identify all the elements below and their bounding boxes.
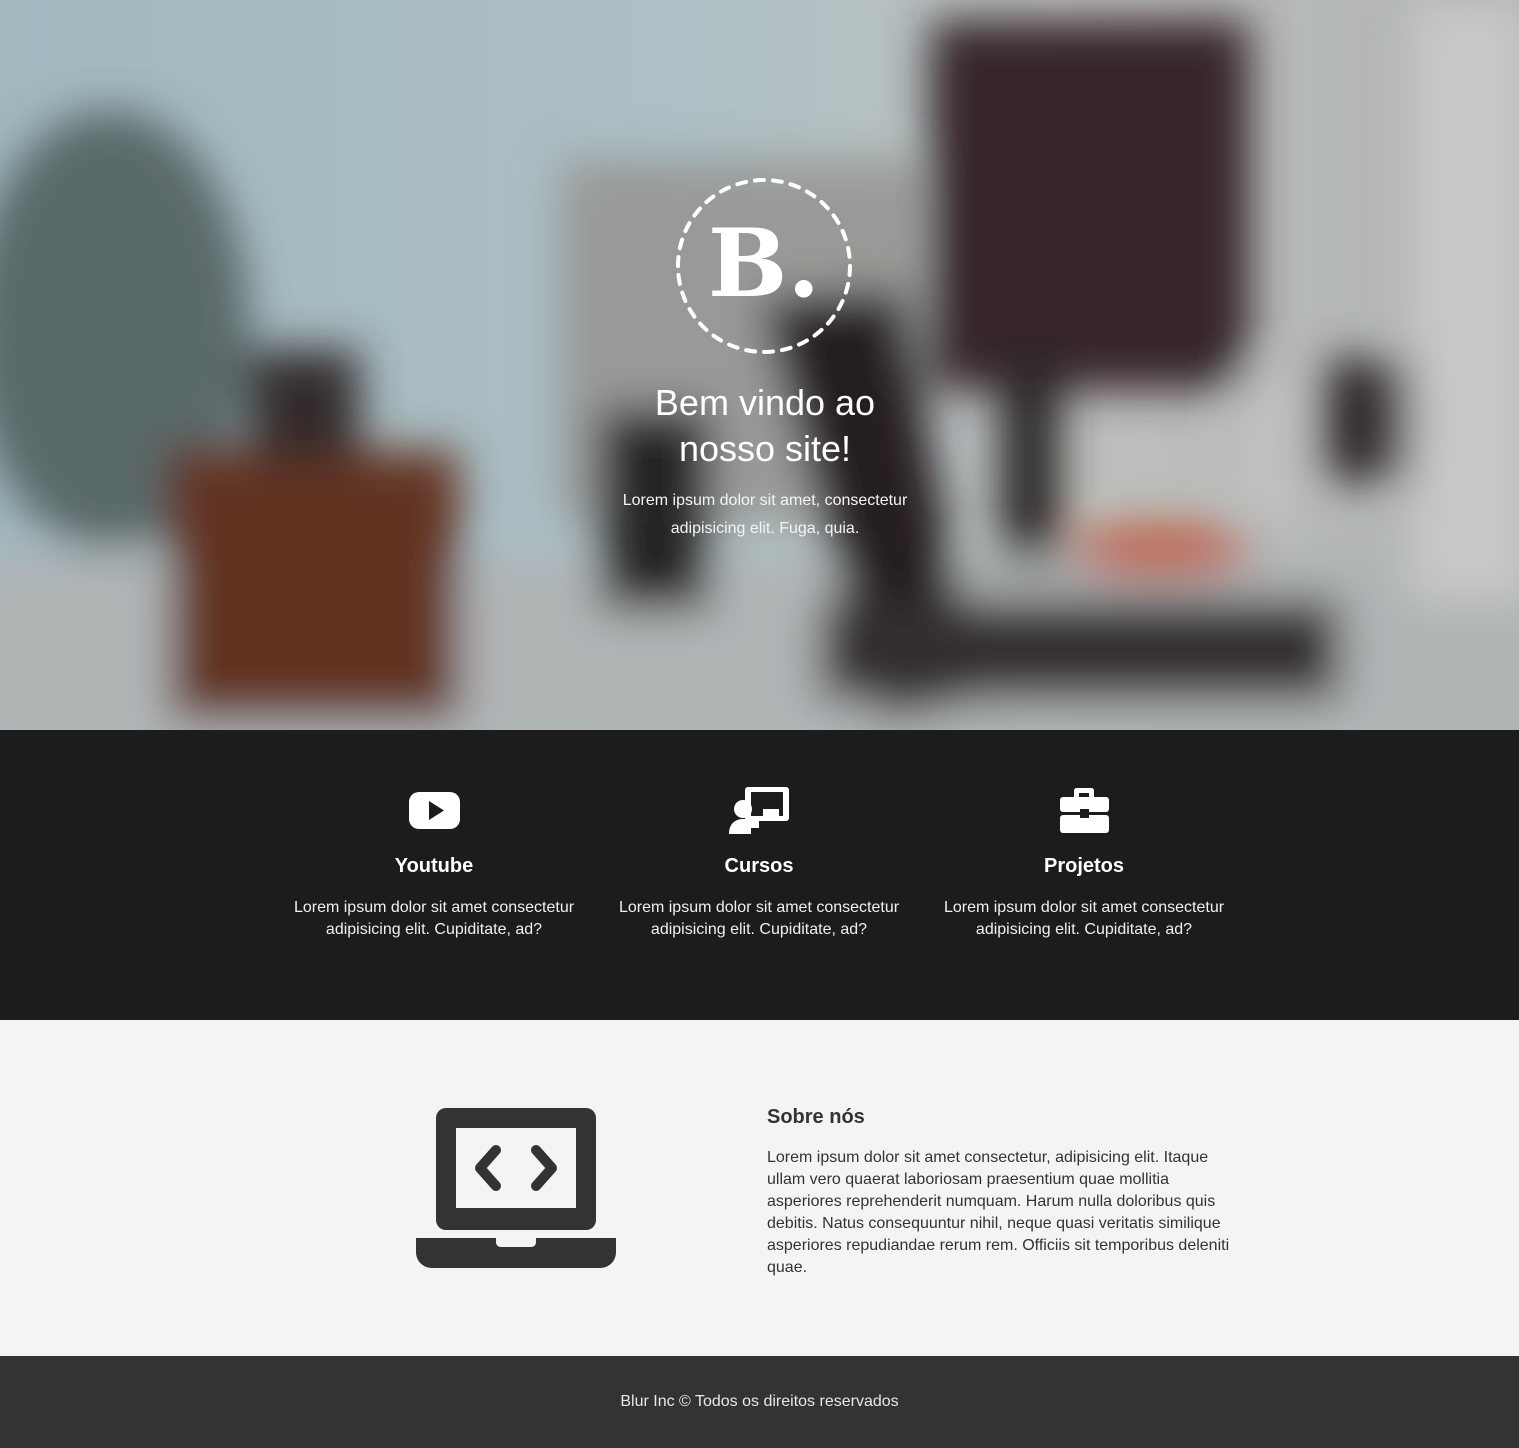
services-section: Youtube Lorem ipsum dolor sit amet conse… [0,730,1519,1020]
service-title: Cursos [724,855,794,877]
hero-section: B. Bem vindo ao nosso site! Lorem ipsum … [0,0,1519,730]
service-text: Lorem ipsum dolor sit amet consectetur a… [618,899,900,938]
teacher-icon [729,787,789,834]
briefcase-icon [1060,788,1109,833]
about-title: Sobre nós [767,1106,865,1128]
service-title: Youtube [394,855,474,877]
hero-title-line2: nosso site! [678,428,852,469]
footer-copyright: Blur Inc © Todos os direitos reservados [620,1393,899,1410]
about-text: Lorem ipsum dolor sit amet consectetur, … [767,1149,1230,1276]
hero-title: Bem vindo ao nosso site! [560,380,970,472]
footer: Blur Inc © Todos os direitos reservados [0,1356,1519,1448]
logo[interactable]: B. [672,176,856,360]
about-section: Sobre nós Lorem ipsum dolor sit amet con… [0,1020,1519,1356]
hero-subtitle: Lorem ipsum dolor sit amet, consectetur … [622,492,908,537]
service-text: Lorem ipsum dolor sit amet consectetur a… [293,899,575,938]
service-title: Projetos [1043,855,1125,877]
laptop-code-icon [416,1108,616,1268]
hero-title-line1: Bem vindo ao [654,382,876,423]
service-text: Lorem ipsum dolor sit amet consectetur a… [943,899,1225,938]
logo-letter: B. [708,209,820,319]
hero-content: B. Bem vindo ao nosso site! Lorem ipsum … [0,0,1519,730]
youtube-icon [409,792,460,829]
